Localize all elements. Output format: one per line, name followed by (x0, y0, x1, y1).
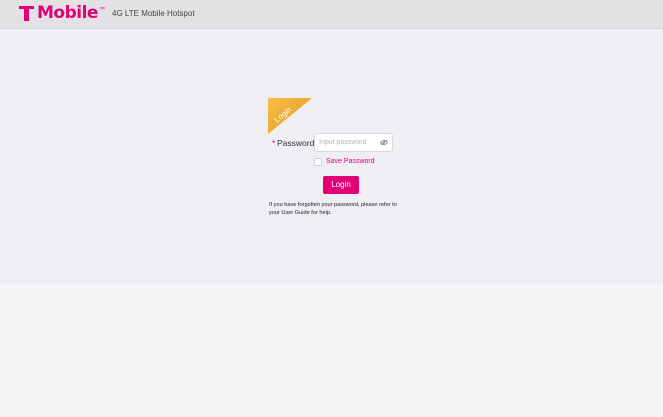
forgot-password-help-text: If you have forgotten your password, ple… (269, 202, 397, 216)
tmobile-logo: Mobile ™ (19, 4, 105, 24)
product-name: 4G LTE Mobile Hotspot (112, 9, 195, 18)
save-password-label[interactable]: Save Password (326, 158, 375, 165)
t-logo-mark (19, 4, 34, 22)
password-input[interactable] (319, 136, 379, 149)
brand-name: Mobile (37, 3, 98, 23)
trademark-symbol: ™ (98, 7, 105, 13)
required-marker: * (272, 138, 276, 148)
header-bar: Mobile ™ 4G LTE Mobile Hotspot (0, 0, 663, 29)
main-content (0, 29, 663, 284)
login-corner-ribbon: Login (268, 98, 312, 134)
password-field[interactable] (314, 133, 393, 152)
password-label: Password (277, 138, 315, 148)
login-button[interactable]: Login (323, 176, 359, 194)
eye-icon[interactable] (380, 139, 388, 146)
save-password-checkbox[interactable] (314, 158, 322, 166)
